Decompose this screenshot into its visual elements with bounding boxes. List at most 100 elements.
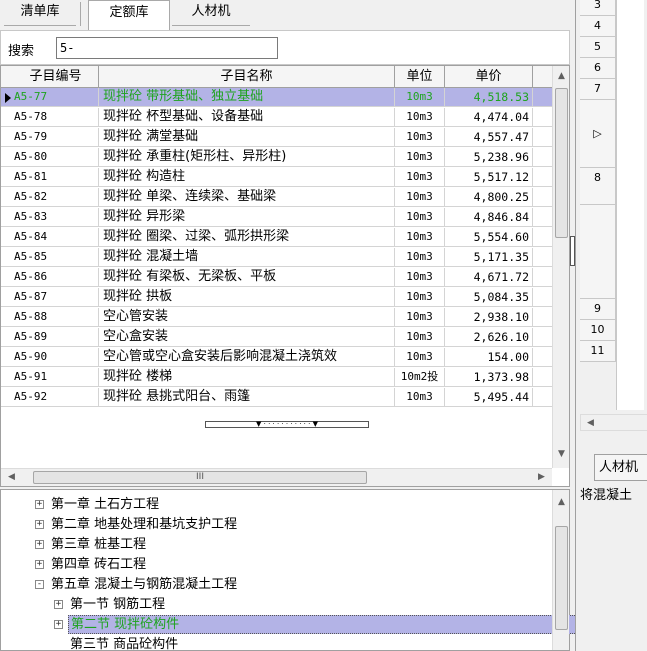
cell-unit: 10m3: [395, 228, 445, 247]
expand-icon[interactable]: +: [35, 520, 44, 529]
cell-name: 现拌砼 拱板: [99, 288, 395, 307]
cell-name: 空心管或空心盒安装后影响混凝土浇筑效: [99, 348, 395, 367]
cell-name: 现拌砼 楼梯: [99, 368, 395, 387]
expand-icon[interactable]: +: [54, 620, 63, 629]
scroll-left-icon[interactable]: ◀: [582, 415, 599, 432]
tree-node-label: 第五章 混凝土与钢筋混凝土工程: [51, 577, 238, 592]
cell-price: 5,084.35: [445, 288, 533, 307]
cell-price: 5,171.35: [445, 248, 533, 267]
table-row[interactable]: A5-79 现拌砼 满堂基础 10m3 4,557.47: [1, 128, 552, 147]
row-number: 11: [580, 341, 616, 362]
cell-unit: 10m2投: [395, 368, 445, 387]
table-row[interactable]: A5-86 现拌砼 有梁板、无梁板、平板 10m3 4,671.72: [1, 268, 552, 287]
cell-code: A5-82: [11, 188, 99, 207]
cell-price: 5,517.12: [445, 168, 533, 187]
search-label: 搜索: [8, 44, 35, 59]
table-row[interactable]: A5-77 现拌砼 带形基础、独立基础 10m3 4,518.53: [1, 88, 552, 107]
table-row[interactable]: A5-91 现拌砼 楼梯 10m2投 1,373.98: [1, 368, 552, 387]
cell-code: A5-84: [11, 228, 99, 247]
tab-labor-material-machine-detail[interactable]: 人材机: [594, 454, 647, 481]
tree-scroll-thumb[interactable]: [555, 526, 568, 630]
expand-icon[interactable]: +: [35, 560, 44, 569]
tab-labor-material-machine[interactable]: 人材机: [172, 0, 250, 26]
scroll-down-icon[interactable]: ▼: [553, 446, 570, 463]
cell-unit: 10m3: [395, 248, 445, 267]
cell-name: 现拌砼 单梁、连续梁、基础梁: [99, 188, 395, 207]
cell-price: 2,938.10: [445, 308, 533, 327]
cell-price: 5,554.60: [445, 228, 533, 247]
cell-unit: 10m3: [395, 308, 445, 327]
cell-price: 4,557.47: [445, 128, 533, 147]
grid-horizontal-scrollbar[interactable]: ◀ III ▶: [1, 468, 552, 486]
cell-name: 现拌砼 圈梁、过梁、弧形拱形梁: [99, 228, 395, 247]
row-number: 7: [580, 79, 616, 100]
cell-name: 现拌砼 满堂基础: [99, 128, 395, 147]
column-header-price[interactable]: 单价: [445, 66, 533, 88]
cell-price: 154.00: [445, 348, 533, 367]
row-number: [580, 205, 616, 299]
row-number: 3: [580, 0, 616, 16]
tab-quota-library[interactable]: 定额库: [88, 0, 170, 30]
grid-scroll-thumb[interactable]: [555, 88, 568, 238]
table-row[interactable]: A5-82 现拌砼 单梁、连续梁、基础梁 10m3 4,800.25: [1, 188, 552, 207]
table-row[interactable]: A5-89 空心盒安装 10m3 2,626.10: [1, 328, 552, 347]
table-row[interactable]: A5-87 现拌砼 拱板 10m3 5,084.35: [1, 288, 552, 307]
expand-icon[interactable]: +: [35, 500, 44, 509]
tree-node-label: 第三章 桩基工程: [51, 537, 147, 552]
panel-splitter-handle[interactable]: ▼ · · · · · · · · · · · ▼: [205, 421, 369, 428]
cell-name: 现拌砼 承重柱(矩形柱、异形柱): [99, 148, 395, 167]
table-row[interactable]: A5-80 现拌砼 承重柱(矩形柱、异形柱) 10m3 5,238.96: [1, 148, 552, 167]
cell-price: 4,846.84: [445, 208, 533, 227]
cell-code: A5-81: [11, 168, 99, 187]
scroll-left-icon[interactable]: ◀: [3, 469, 20, 486]
table-row[interactable]: A5-83 现拌砼 异形梁 10m3 4,846.84: [1, 208, 552, 227]
scroll-right-icon[interactable]: ▶: [533, 469, 550, 486]
row-number: 8: [580, 168, 616, 205]
row-number: 5: [580, 37, 616, 58]
row-number: 9: [580, 299, 616, 320]
cell-name: 现拌砼 杯型基础、设备基础: [99, 108, 395, 127]
cell-price: 2,626.10: [445, 328, 533, 347]
collapse-icon[interactable]: -: [35, 580, 44, 589]
grid-hscroll-thumb[interactable]: III: [33, 471, 367, 484]
cell-code: A5-83: [11, 208, 99, 227]
column-header-name[interactable]: 子目名称: [99, 66, 395, 88]
cell-unit: 10m3: [395, 88, 445, 107]
right-horizontal-scrollbar[interactable]: ◀: [580, 414, 647, 431]
scroll-up-icon[interactable]: ▲: [553, 68, 570, 85]
cell-price: 4,474.04: [445, 108, 533, 127]
expand-icon[interactable]: +: [54, 600, 63, 609]
cell-unit: 10m3: [395, 268, 445, 287]
expand-row-icon[interactable]: ▷: [580, 100, 616, 168]
cell-code: A5-86: [11, 268, 99, 287]
cell-price: 4,671.72: [445, 268, 533, 287]
cell-unit: 10m3: [395, 328, 445, 347]
tab-separator: [80, 2, 81, 26]
search-input[interactable]: [56, 37, 278, 59]
grid-vertical-scrollbar[interactable]: ▲ ▼: [552, 66, 569, 468]
table-row[interactable]: A5-81 现拌砼 构造柱 10m3 5,517.12: [1, 168, 552, 187]
table-row[interactable]: A5-85 现拌砼 混凝土墙 10m3 5,171.35: [1, 248, 552, 267]
expand-icon[interactable]: +: [35, 540, 44, 549]
cell-code: A5-80: [11, 148, 99, 167]
table-row[interactable]: A5-78 现拌砼 杯型基础、设备基础 10m3 4,474.04: [1, 108, 552, 127]
table-row[interactable]: A5-90 空心管或空心盒安装后影响混凝土浇筑效 10m3 154.00: [1, 348, 552, 367]
table-row[interactable]: A5-88 空心管安装 10m3 2,938.10: [1, 308, 552, 327]
column-header-code[interactable]: 子目编号: [1, 66, 99, 88]
cell-name: 现拌砼 混凝土墙: [99, 248, 395, 267]
scroll-up-icon[interactable]: ▲: [553, 494, 570, 511]
tree-node-label: 第一章 土石方工程: [51, 497, 160, 512]
app-window: 清单库 定额库 人材机 搜索 子目编号 子目名称 单位 单价 A5-77现拌砼 …: [0, 0, 647, 651]
cell-unit: 10m3: [395, 348, 445, 367]
cell-code: A5-79: [11, 128, 99, 147]
table-row[interactable]: A5-84 现拌砼 圈梁、过梁、弧形拱形梁 10m3 5,554.60: [1, 228, 552, 247]
cell-name: 空心盒安装: [99, 328, 395, 347]
tree-vertical-scrollbar[interactable]: ▲: [552, 490, 569, 650]
cell-code: A5-89: [11, 328, 99, 347]
tab-bill-library[interactable]: 清单库: [4, 0, 76, 26]
cell-name: 现拌砼 悬挑式阳台、雨篷: [99, 388, 395, 407]
column-header-unit[interactable]: 单位: [395, 66, 445, 88]
table-row[interactable]: A5-92 现拌砼 悬挑式阳台、雨篷 10m3 5,495.44: [1, 388, 552, 407]
cell-price: 4,518.53: [445, 88, 533, 107]
cell-code: A5-88: [11, 308, 99, 327]
